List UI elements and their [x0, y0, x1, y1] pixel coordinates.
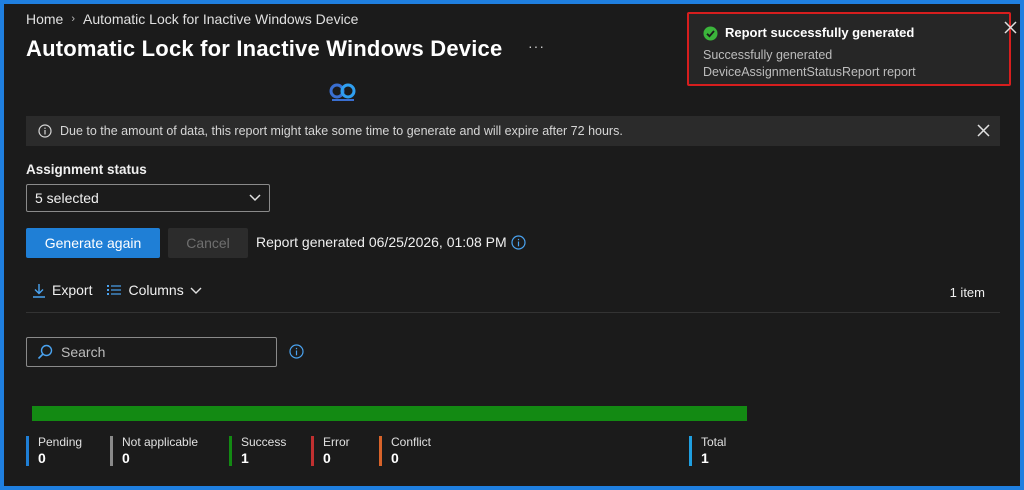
stat-label: Success — [241, 435, 287, 449]
toast-body: Successfully generated DeviceAssignmentS… — [703, 48, 916, 79]
chevron-down-icon — [249, 194, 261, 202]
stat-error: Error 0 — [311, 436, 350, 466]
close-icon[interactable] — [977, 124, 990, 137]
breadcrumb-current[interactable]: Automatic Lock for Inactive Windows Devi… — [83, 11, 358, 27]
cancel-button[interactable]: Cancel — [168, 228, 248, 258]
stat-value: 0 — [122, 450, 130, 466]
stat-not-applicable: Not applicable 0 — [110, 436, 198, 466]
info-banner: Due to the amount of data, this report m… — [26, 116, 1000, 146]
info-icon — [38, 124, 52, 138]
export-button[interactable]: Export — [32, 282, 92, 298]
columns-button[interactable]: Columns — [106, 282, 202, 298]
logo-icon — [329, 83, 356, 101]
info-icon[interactable] — [289, 344, 304, 359]
breadcrumb: Home › Automatic Lock for Inactive Windo… — [26, 11, 358, 27]
close-icon[interactable] — [1004, 21, 1017, 34]
chevron-down-icon — [190, 287, 202, 294]
stat-label: Not applicable — [122, 435, 199, 449]
stat-value: 1 — [701, 450, 709, 466]
stat-label: Pending — [38, 435, 83, 449]
dropdown-value: 5 selected — [35, 190, 99, 206]
item-count: 1 item — [949, 285, 985, 300]
export-label: Export — [52, 282, 93, 298]
columns-label: Columns — [128, 282, 184, 298]
more-options-icon[interactable]: ··· — [528, 38, 545, 54]
stat-value: 0 — [323, 450, 331, 466]
stat-label: Total — [701, 435, 727, 449]
stat-total: Total 1 — [689, 436, 726, 466]
assignment-status-label: Assignment status — [26, 162, 147, 177]
status-progress-bar — [32, 406, 747, 421]
notification-toast: Report successfully generated Successful… — [687, 12, 1011, 86]
stat-value: 1 — [241, 450, 249, 466]
columns-icon — [107, 285, 122, 295]
report-page: Home › Automatic Lock for Inactive Windo… — [4, 4, 1020, 486]
search-placeholder: Search — [61, 344, 106, 360]
success-check-icon — [703, 26, 718, 41]
stat-pending: Pending 0 — [26, 436, 82, 466]
stat-conflict: Conflict 0 — [379, 436, 431, 466]
info-banner-text: Due to the amount of data, this report m… — [60, 124, 623, 138]
assignment-status-dropdown[interactable]: 5 selected — [26, 184, 270, 212]
search-icon — [37, 344, 53, 360]
page-title: Automatic Lock for Inactive Windows Devi… — [26, 36, 503, 61]
stat-value: 0 — [391, 450, 399, 466]
info-icon[interactable] — [511, 235, 526, 250]
search-input[interactable]: Search — [26, 337, 277, 367]
report-generated-text: Report generated 06/25/2026, 01:08 PM — [256, 234, 507, 250]
generate-again-button[interactable]: Generate again — [26, 228, 160, 258]
download-icon — [33, 283, 45, 298]
success-bar-fill — [32, 406, 747, 421]
stat-label: Conflict — [391, 435, 432, 449]
stat-value: 0 — [38, 450, 46, 466]
stat-success: Success 1 — [229, 436, 286, 466]
chevron-right-icon: › — [71, 13, 76, 25]
toast-title: Report successfully generated — [725, 25, 915, 40]
toolbar: Export Columns — [32, 282, 216, 298]
stat-label: Error — [323, 435, 350, 449]
breadcrumb-home[interactable]: Home — [26, 11, 63, 27]
divider — [26, 312, 1000, 313]
